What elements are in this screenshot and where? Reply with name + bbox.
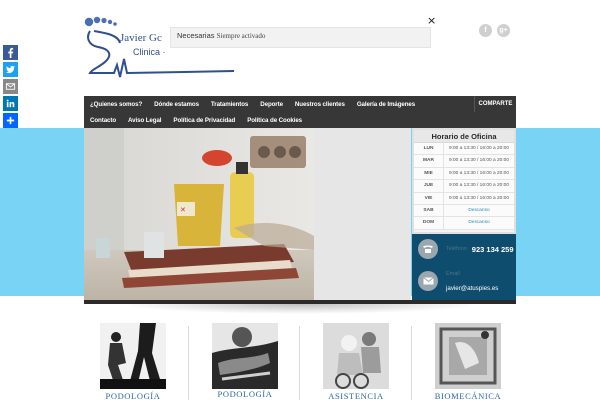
service-divider — [411, 326, 412, 400]
hours-day: JUE — [414, 180, 444, 192]
plus-icon — [6, 116, 15, 125]
nav-row-primary: ¿Quienes somos? Dónde estamos Tratamient… — [84, 96, 421, 112]
service-label: PODOLOGÍA — [105, 391, 161, 400]
hours-day: SAB — [414, 204, 444, 217]
more-share-button[interactable] — [3, 113, 18, 128]
nav-item-galeria[interactable]: Galería de Imágenes — [351, 101, 421, 108]
hours-time: 9:00 a 13:30 / 16:00 a 20:00 — [448, 158, 509, 164]
hours-day: LUN — [414, 143, 444, 155]
cookie-status-label: Siempre activado — [216, 32, 266, 40]
twitter-share-button[interactable] — [3, 62, 18, 77]
cookie-consent-row: Necesarias Siempre activado — [170, 27, 431, 48]
hours-row: MAR 9:00 a 13:30 / 16:00 a 20:00 — [414, 155, 514, 168]
hours-day: VIE — [414, 192, 444, 204]
share-sidebar — [3, 45, 18, 130]
nav-item-cookies[interactable]: Política de Cookies — [241, 117, 308, 124]
nav-item-aviso-legal[interactable]: Aviso Legal — [122, 117, 167, 124]
hours-row: JUE 9:00 a 13:30 / 16:00 a 20:00 — [414, 180, 514, 193]
header-social-links: f g+ — [479, 24, 510, 37]
service-card-podologia-general[interactable]: PODOLOGÍA — [212, 323, 278, 399]
hours-row: LUN 9:00 a 13:30 / 16:00 a 20:00 — [414, 143, 514, 156]
service-label: PODOLOGÍA — [217, 389, 273, 399]
service-divider — [188, 326, 189, 400]
service-label: ASISTENCIA — [328, 391, 384, 400]
service-divider — [299, 326, 300, 400]
service-image — [212, 323, 278, 389]
contact-email-label: Email — [446, 271, 460, 277]
service-image — [323, 323, 389, 389]
service-photo — [100, 323, 166, 389]
facebook-icon — [8, 47, 14, 58]
svg-text:✕: ✕ — [180, 207, 186, 214]
twitter-icon — [5, 65, 16, 74]
service-photo — [435, 323, 501, 389]
email-share-button[interactable] — [3, 79, 18, 94]
email-icon — [5, 83, 16, 90]
nav-item-donde-estamos[interactable]: Dónde estamos — [148, 101, 205, 108]
facebook-icon[interactable]: f — [479, 24, 492, 37]
facebook-share-button[interactable] — [3, 45, 18, 60]
hours-row: VIE 9:00 a 13:30 / 16:00 a 20:00 — [414, 192, 514, 205]
phone-icon — [418, 239, 438, 259]
service-image — [435, 323, 501, 389]
hours-row: SAB Descanso — [414, 204, 514, 218]
main-navigation: ¿Quienes somos? Dónde estamos Tratamient… — [84, 96, 516, 128]
service-card-biomecanica[interactable]: BIOMECÁNICA — [435, 323, 501, 400]
nav-item-privacidad[interactable]: Política de Privacidad — [167, 117, 241, 124]
hours-time: 9:00 a 13:30 / 16:00 a 20:00 — [448, 170, 509, 176]
contact-phone-number: 923 134 259 — [471, 244, 514, 254]
hours-time: 9:00 a 13:30 / 16:00 a 20:00 — [448, 183, 509, 189]
logo-subtitle-text: Clinica · — [133, 47, 166, 57]
nav-item-tratamientos[interactable]: Tratamientos — [205, 101, 254, 108]
google-plus-icon[interactable]: g+ — [497, 24, 510, 37]
logo-name-text: Javier Gc — [120, 32, 162, 44]
hours-time: 9:00 a 13:30 / 16:00 a 20:00 — [448, 195, 509, 201]
cookie-category-label: Necesarias — [177, 31, 215, 40]
nav-item-nuestros-clientes[interactable]: Nuestros clientes — [289, 101, 351, 108]
nav-item-contacto[interactable]: Contacto — [84, 117, 122, 124]
hours-time: Descanso — [468, 220, 490, 226]
linkedin-icon — [6, 99, 15, 108]
contact-email-address[interactable]: javier@atuspies.es — [446, 285, 498, 292]
close-icon[interactable]: × — [427, 14, 436, 27]
service-card-asistencia[interactable]: ASISTENCIA — [323, 323, 389, 400]
nav-item-quienes-somos[interactable]: ¿Quienes somos? — [84, 101, 148, 108]
contact-phone-row[interactable]: Teléfono 923 134 259 — [418, 239, 514, 259]
hours-day: DOM — [414, 217, 444, 229]
hours-time: 9:00 a 13:30 / 16:00 a 20:00 — [448, 146, 509, 151]
office-hours-panel: Horario de Oficina LUN 9:00 a 13:30 / 16… — [412, 128, 516, 234]
hero-slider-side — [314, 128, 411, 300]
mail-icon — [418, 271, 438, 291]
hero-slider-shadow — [120, 304, 480, 314]
service-image — [100, 323, 166, 389]
nav-row-secondary: Contacto Aviso Legal Política de Privaci… — [84, 112, 308, 128]
nav-item-deporte[interactable]: Deporte — [254, 101, 289, 108]
service-photo — [212, 323, 278, 389]
hours-time: Descanso — [468, 207, 490, 213]
service-photo — [323, 323, 389, 389]
hours-day: MAR — [414, 155, 444, 167]
office-hours-title: Horario de Oficina — [414, 130, 514, 143]
service-label: BIOMECÁNICA — [434, 391, 502, 400]
contact-phone-label: Teléfono — [446, 246, 467, 252]
hours-row: DOM Descanso — [414, 217, 514, 230]
linkedin-share-button[interactable] — [3, 96, 18, 111]
hours-row: MIE 9:00 a 13:30 / 16:00 a 20:00 — [414, 167, 514, 181]
hours-day: MIE — [414, 167, 444, 180]
service-card-podologia-deportiva[interactable]: PODOLOGÍA — [100, 323, 166, 400]
share-menu-button[interactable]: COMPARTE — [474, 96, 516, 112]
